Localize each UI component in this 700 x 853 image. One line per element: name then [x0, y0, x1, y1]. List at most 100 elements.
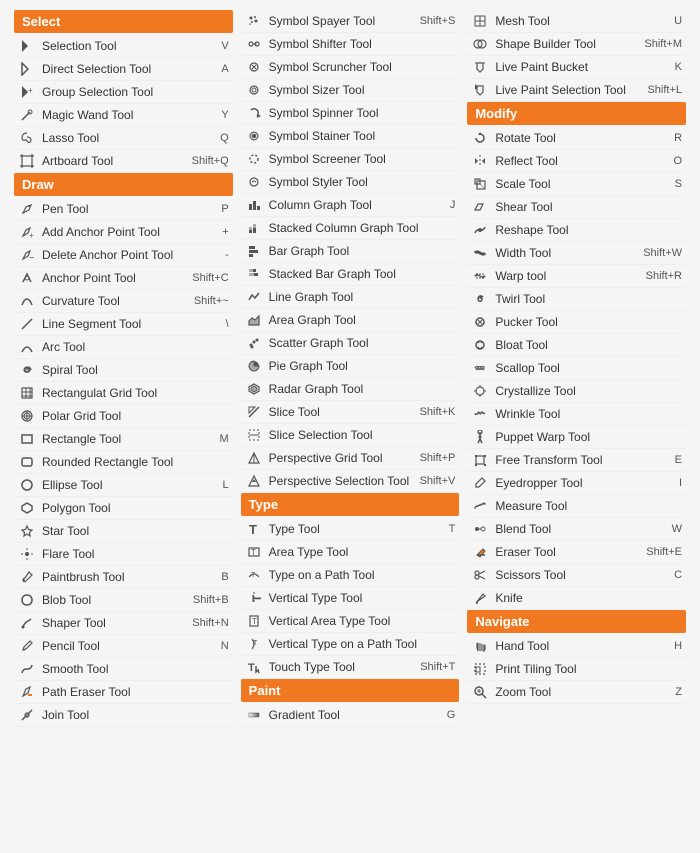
tool-item-vertical-type-on-a-path-tool[interactable]: TVertical Type on a Path Tool — [241, 633, 460, 656]
tool-item-shear-tool[interactable]: Shear Tool — [467, 196, 686, 219]
tool-item-symbol-shifter-tool[interactable]: Symbol Shifter Tool — [241, 33, 460, 56]
tool-item-anchor-point-tool[interactable]: Anchor Point ToolShift+C — [14, 267, 233, 290]
tool-item-vertical-type-tool[interactable]: TVertical Type Tool — [241, 587, 460, 610]
tool-item-direct-selection-tool[interactable]: Direct Selection ToolA — [14, 58, 233, 81]
tool-item-knife[interactable]: Knife — [467, 587, 686, 610]
tool-item-symbol-sizer-tool[interactable]: Symbol Sizer Tool — [241, 79, 460, 102]
tool-item-hand-tool[interactable]: Hand ToolH — [467, 635, 686, 658]
tool-item-symbol-styler-tool[interactable]: Symbol Styler Tool — [241, 171, 460, 194]
tool-item-blob-tool[interactable]: Blob ToolShift+B — [14, 589, 233, 612]
tool-item-artboard-tool[interactable]: Artboard ToolShift+Q — [14, 150, 233, 173]
svg-text:T: T — [250, 594, 261, 602]
tool-item-blend-tool[interactable]: Blend ToolW — [467, 518, 686, 541]
tool-item-width-tool[interactable]: Width ToolShift+W — [467, 242, 686, 265]
tool-item-crystallize-tool[interactable]: Crystallize Tool — [467, 380, 686, 403]
tool-item-delete-anchor-point-tool[interactable]: −Delete Anchor Point Tool- — [14, 244, 233, 267]
section-header-select: Select — [14, 10, 233, 33]
tool-name-slice-tool: Slice Tool — [269, 405, 416, 419]
tool-item-twirl-tool[interactable]: Twirl Tool — [467, 288, 686, 311]
tool-item-symbol-stainer-tool[interactable]: Symbol Stainer Tool — [241, 125, 460, 148]
tool-item-eyedropper-tool[interactable]: Eyedropper ToolI — [467, 472, 686, 495]
col-graph-icon — [245, 196, 263, 214]
tool-item-pie-graph-tool[interactable]: Pie Graph Tool — [241, 355, 460, 378]
tool-item-radar-graph-tool[interactable]: Radar Graph Tool — [241, 378, 460, 401]
tool-item-live-paint-selection-tool[interactable]: Live Paint Selection ToolShift+L — [467, 79, 686, 102]
tool-item-flare-tool[interactable]: Flare Tool — [14, 543, 233, 566]
tool-item-symbol-screener-tool[interactable]: Symbol Screener Tool — [241, 148, 460, 171]
tool-shortcut-paintbrush-tool: B — [221, 571, 228, 583]
tool-item-measure-tool[interactable]: Measure Tool — [467, 495, 686, 518]
tool-item-rectangulat-grid-tool[interactable]: Rectangulat Grid Tool — [14, 382, 233, 405]
tool-item-reflect-tool[interactable]: Reflect ToolO — [467, 150, 686, 173]
tool-item-mesh-tool[interactable]: Mesh ToolU — [467, 10, 686, 33]
tool-name-vertical-type-on-a-path-tool: Vertical Type on a Path Tool — [269, 637, 456, 651]
persp-sel-icon — [245, 472, 263, 490]
tool-item-area-graph-tool[interactable]: Area Graph Tool — [241, 309, 460, 332]
tool-item-rounded-rectangle-tool[interactable]: Rounded Rectangle Tool — [14, 451, 233, 474]
tool-item-vertical-area-type-tool[interactable]: TVertical Area Type Tool — [241, 610, 460, 633]
tool-item-scissors-tool[interactable]: Scissors ToolC — [467, 564, 686, 587]
tool-item-curvature-tool[interactable]: Curvature ToolShift+~ — [14, 290, 233, 313]
twirl-icon — [471, 290, 489, 308]
tool-item-scale-tool[interactable]: Scale ToolS — [467, 173, 686, 196]
tool-item-puppet-warp-tool[interactable]: Puppet Warp Tool — [467, 426, 686, 449]
tool-item-eraser-tool[interactable]: Eraser ToolShift+E — [467, 541, 686, 564]
tool-item-rotate-tool[interactable]: Rotate ToolR — [467, 127, 686, 150]
tool-item-warp-tool[interactable]: Warp toolShift+R — [467, 265, 686, 288]
tool-item-group-selection-tool[interactable]: +Group Selection Tool — [14, 81, 233, 104]
tool-item-lasso-tool[interactable]: Lasso ToolQ — [14, 127, 233, 150]
tool-item-bloat-tool[interactable]: Bloat Tool — [467, 334, 686, 357]
tool-item-zoom-tool[interactable]: Zoom ToolZ — [467, 681, 686, 704]
tool-name-rectangulat-grid-tool: Rectangulat Grid Tool — [42, 386, 229, 400]
tool-item-perspective-selection-tool[interactable]: Perspective Selection ToolShift+V — [241, 470, 460, 493]
tool-item-print-tiling-tool[interactable]: Print Tiling Tool — [467, 658, 686, 681]
tool-item-scatter-graph-tool[interactable]: Scatter Graph Tool — [241, 332, 460, 355]
tool-item-slice-selection-tool[interactable]: Slice Selection Tool — [241, 424, 460, 447]
tool-item-add-anchor-point-tool[interactable]: +Add Anchor Point Tool+ — [14, 221, 233, 244]
tool-item-symbol-spayer-tool[interactable]: Symbol Spayer ToolShift+S — [241, 10, 460, 33]
tool-item-slice-tool[interactable]: Slice ToolShift+K — [241, 401, 460, 424]
tool-item-rectangle-tool[interactable]: Rectangle ToolM — [14, 428, 233, 451]
tool-item-line-graph-tool[interactable]: Line Graph Tool — [241, 286, 460, 309]
tool-item-type-tool[interactable]: TType ToolT — [241, 518, 460, 541]
tool-item-gradient-tool[interactable]: Gradient ToolG — [241, 704, 460, 727]
tool-item-symbol-scruncher-tool[interactable]: Symbol Scruncher Tool — [241, 56, 460, 79]
tool-item-spiral-tool[interactable]: Spiral Tool — [14, 359, 233, 382]
tool-item-perspective-grid-tool[interactable]: Perspective Grid ToolShift+P — [241, 447, 460, 470]
tool-name-slice-selection-tool: Slice Selection Tool — [269, 428, 456, 442]
tool-item-column-graph-tool[interactable]: Column Graph ToolJ — [241, 194, 460, 217]
tool-item-live-paint-bucket[interactable]: Live Paint BucketK — [467, 56, 686, 79]
tool-item-pen-tool[interactable]: Pen ToolP — [14, 198, 233, 221]
tool-item-smooth-tool[interactable]: Smooth Tool — [14, 658, 233, 681]
tool-item-arc-tool[interactable]: Arc Tool — [14, 336, 233, 359]
tool-item-stacked-column-graph-tool[interactable]: Stacked Column Graph Tool — [241, 217, 460, 240]
tool-item-pencil-tool[interactable]: Pencil ToolN — [14, 635, 233, 658]
tool-item-line-segment-tool[interactable]: Line Segment Tool\ — [14, 313, 233, 336]
tool-item-free-transform-tool[interactable]: Free Transform ToolE — [467, 449, 686, 472]
tool-item-scallop-tool[interactable]: Scallop Tool — [467, 357, 686, 380]
tool-item-stacked-bar-graph-tool[interactable]: Stacked Bar Graph Tool — [241, 263, 460, 286]
tool-item-magic-wand-tool[interactable]: Magic Wand ToolY — [14, 104, 233, 127]
tool-item-symbol-spinner-tool[interactable]: Symbol Spinner Tool — [241, 102, 460, 125]
tool-item-polar-grid-tool[interactable]: Polar Grid Tool — [14, 405, 233, 428]
tool-item-pucker-tool[interactable]: Pucker Tool — [467, 311, 686, 334]
sym-scrunch-icon — [245, 58, 263, 76]
tool-item-join-tool[interactable]: Join Tool — [14, 704, 233, 727]
tool-item-shaper-tool[interactable]: Shaper ToolShift+N — [14, 612, 233, 635]
tool-item-area-type-tool[interactable]: TArea Type Tool — [241, 541, 460, 564]
tool-name-anchor-point-tool: Anchor Point Tool — [42, 271, 188, 285]
tool-item-star-tool[interactable]: Star Tool — [14, 520, 233, 543]
tool-shortcut-eyedropper-tool: I — [679, 477, 682, 489]
tool-item-shape-builder-tool[interactable]: Shape Builder ToolShift+M — [467, 33, 686, 56]
tool-item-ellipse-tool[interactable]: Ellipse ToolL — [14, 474, 233, 497]
tool-item-selection-tool[interactable]: Selection ToolV — [14, 35, 233, 58]
tool-shortcut-zoom-tool: Z — [675, 686, 682, 698]
tool-item-touch-type-tool[interactable]: TTouch Type ToolShift+T — [241, 656, 460, 679]
tool-item-path-eraser-tool[interactable]: Path Eraser Tool — [14, 681, 233, 704]
tool-item-paintbrush-tool[interactable]: Paintbrush ToolB — [14, 566, 233, 589]
tool-item-wrinkle-tool[interactable]: Wrinkle Tool — [467, 403, 686, 426]
tool-item-reshape-tool[interactable]: Reshape Tool — [467, 219, 686, 242]
tool-item-type-on-a-path-tool[interactable]: TType on a Path Tool — [241, 564, 460, 587]
tool-item-polygon-tool[interactable]: Polygon Tool — [14, 497, 233, 520]
tool-item-bar-graph-tool[interactable]: Bar Graph Tool — [241, 240, 460, 263]
